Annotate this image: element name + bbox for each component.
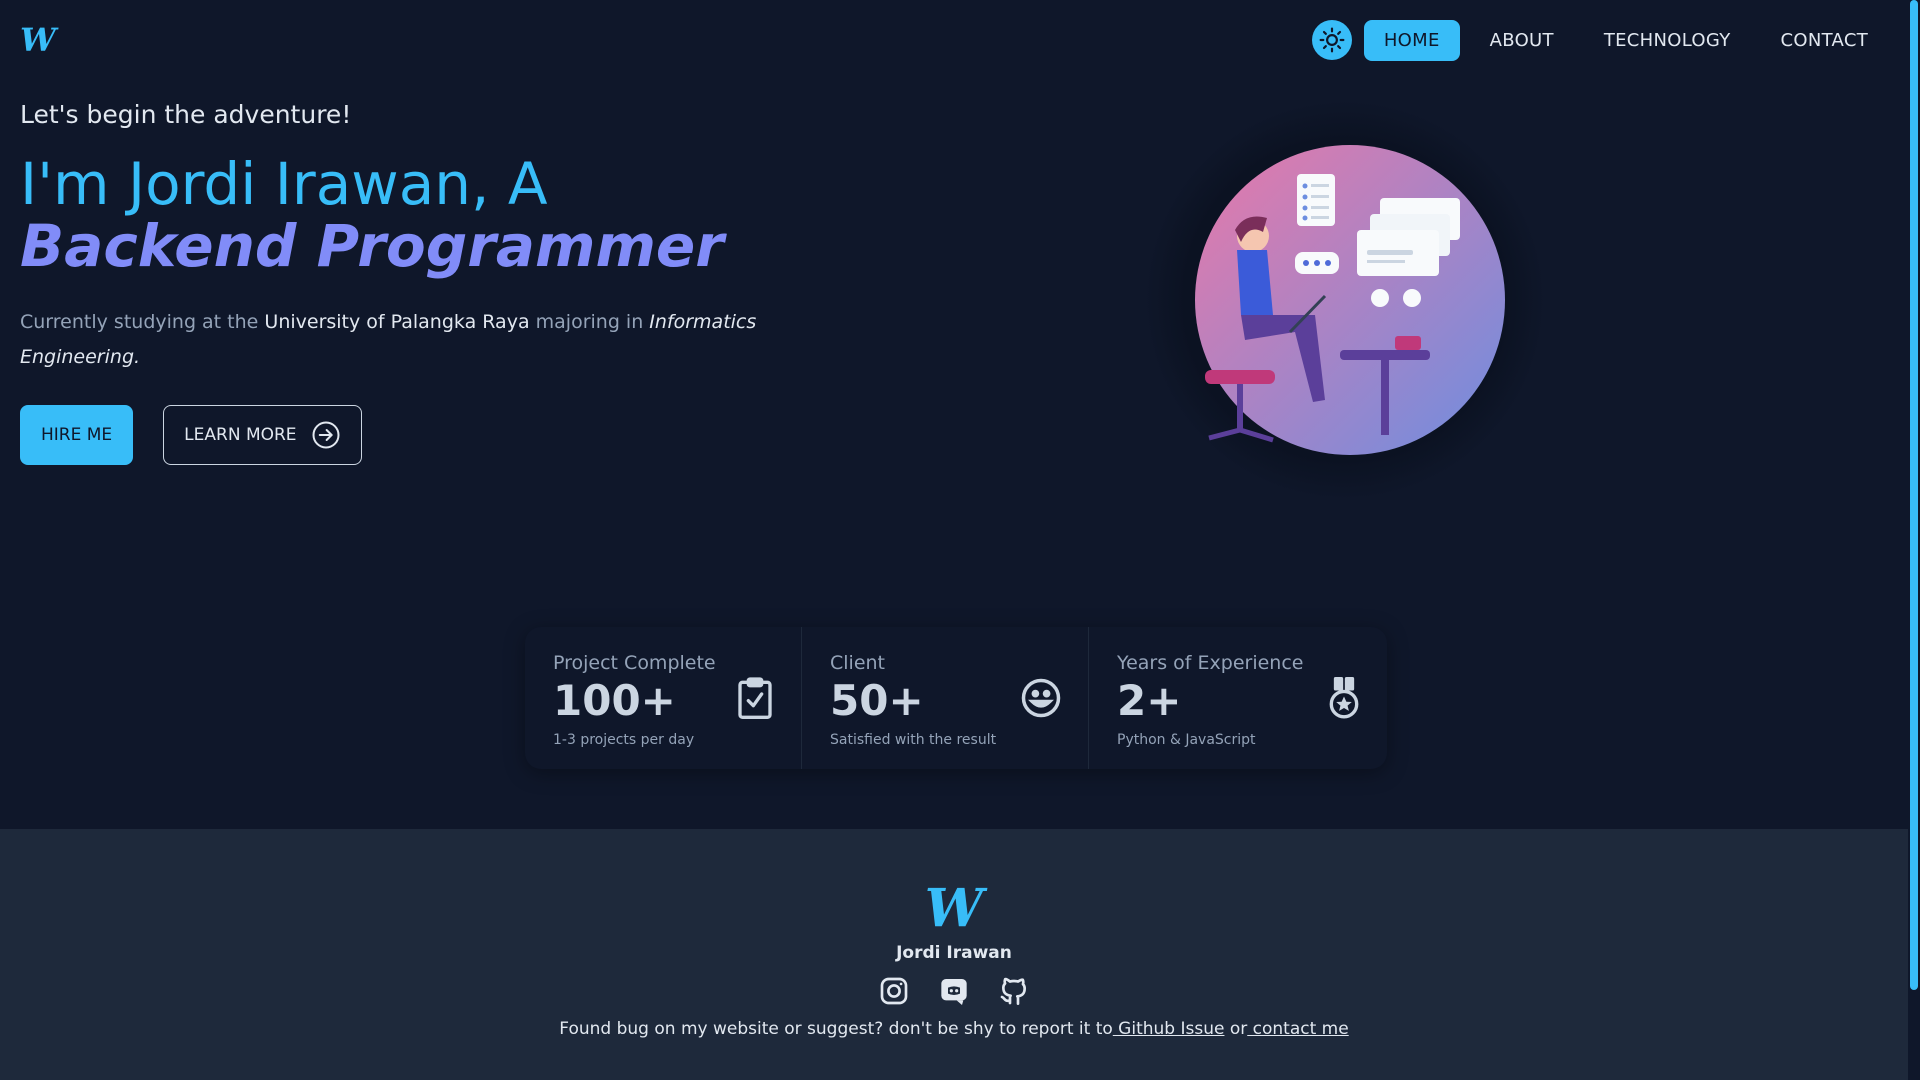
footer-note-text: Found bug on my website or suggest? don'…	[559, 1019, 1113, 1039]
hero-tagline: Let's begin the adventure!	[20, 100, 352, 129]
learn-more-button[interactable]: LEARN MORE	[163, 405, 362, 465]
hero-headline-role: Backend Programmer	[20, 212, 724, 280]
stat-projects: Project Complete 100+ 1-3 projects per d…	[525, 627, 801, 769]
hire-me-button[interactable]: HIRE ME	[20, 405, 134, 465]
stat-experience: Years of Experience 2+ Python & JavaScri…	[1088, 627, 1387, 769]
hero-desc-text: Currently studying at the	[20, 311, 265, 333]
stat-desc: Satisfied with the result	[830, 732, 997, 748]
nav-home[interactable]: HOME	[1363, 19, 1460, 61]
hero-headline-name: I'm Jordi Irawan, A	[20, 150, 548, 218]
university-name: University of Palangka Raya	[264, 311, 530, 333]
stat-title: Years of Experience	[1117, 652, 1304, 674]
learn-more-label: LEARN MORE	[184, 425, 297, 445]
hero-section: Let's begin the adventure! I'm Jordi Ira…	[20, 100, 760, 465]
nav-menu: HOME ABOUT TECHNOLOGY CONTACT	[1311, 19, 1888, 61]
footer-name: Jordi Irawan	[896, 943, 1012, 963]
hero-desc-text: majoring in	[529, 311, 650, 333]
logo[interactable]: W	[20, 21, 56, 59]
navbar: W HOME ABOUT TECHNOLOGY CONTACT	[0, 0, 1908, 80]
scrollbar-track[interactable]	[1908, 0, 1920, 1080]
hero-illustration	[1145, 100, 1545, 500]
nav-about[interactable]: ABOUT	[1470, 20, 1574, 61]
nav-technology[interactable]: TECHNOLOGY	[1584, 20, 1751, 61]
cta-row: HIRE ME LEARN MORE	[20, 405, 760, 465]
stat-clients: Client 50+ Satisfied with the result	[801, 627, 1088, 769]
arrow-right-circle-icon	[312, 421, 340, 449]
footer: W Jordi Irawan Found bug on my website o…	[0, 829, 1908, 1080]
contact-me-link[interactable]: contact me	[1247, 1019, 1349, 1039]
github-issue-link[interactable]: Github Issue	[1113, 1019, 1224, 1039]
theme-toggle-button[interactable]	[1311, 20, 1352, 60]
github-icon[interactable]	[998, 975, 1030, 1011]
footer-note-text: or	[1224, 1019, 1248, 1039]
stats-panel: Project Complete 100+ 1-3 projects per d…	[525, 627, 1387, 769]
stat-title: Project Complete	[553, 652, 716, 674]
nav-contact[interactable]: CONTACT	[1761, 20, 1888, 61]
hero-description: Currently studying at the University of …	[20, 305, 760, 375]
scrollbar-thumb[interactable]	[1910, 0, 1918, 990]
sun-icon	[1319, 27, 1345, 53]
clipboard-check-icon	[738, 677, 772, 719]
smile-icon	[1021, 678, 1061, 718]
stat-desc: 1-3 projects per day	[553, 732, 695, 748]
footer-note: Found bug on my website or suggest? don'…	[0, 1019, 1908, 1039]
social-links	[0, 975, 1908, 1011]
stat-desc: Python & JavaScript	[1117, 732, 1256, 748]
footer-logo: W	[924, 878, 984, 939]
stat-value: 2+	[1117, 676, 1182, 725]
instagram-icon[interactable]	[878, 975, 910, 1011]
stat-title: Client	[830, 652, 886, 674]
medal-icon	[1329, 677, 1359, 719]
discord-icon[interactable]	[938, 975, 970, 1011]
hero-headline: I'm Jordi Irawan, A Backend Programmer	[20, 153, 760, 277]
